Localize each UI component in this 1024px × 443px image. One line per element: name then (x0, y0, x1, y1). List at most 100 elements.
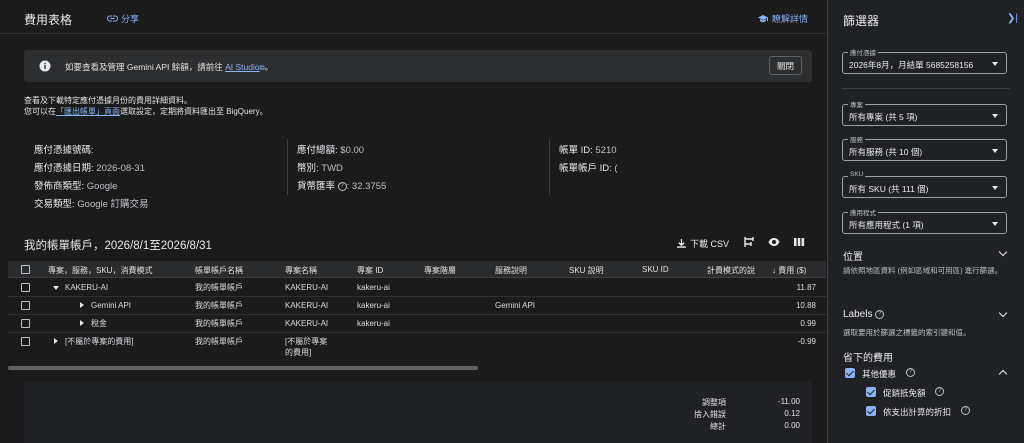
info-value: TWD (321, 163, 343, 174)
chevron-up-icon[interactable] (998, 369, 1008, 379)
info-label: 應付憑據號碼: (34, 145, 94, 156)
export-billing-link[interactable]: 「匯出帳單」頁面 (56, 107, 120, 116)
column-header[interactable]: 帳單帳戶名稱 (195, 265, 243, 276)
help-icon[interactable]: ? (906, 368, 915, 377)
school-icon (757, 14, 768, 22)
row-project-id: kakeru-ai (357, 283, 390, 292)
select-all-checkbox[interactable] (21, 265, 30, 274)
row-project: KAKERU-AI (285, 301, 329, 310)
page-header: 費用表格 分享 瞭解詳情 (0, 0, 826, 34)
select-label: 應付憑據 (848, 47, 878, 57)
row-checkbox[interactable] (21, 319, 30, 328)
column-header[interactable]: SKU ID (642, 265, 669, 274)
collapse-sidebar-icon[interactable]: ❯| (1007, 13, 1018, 24)
column-header[interactable]: 專案名稱 (285, 265, 317, 276)
chevron-down-icon[interactable] (998, 247, 1008, 257)
promo-credits-label: 促銷抵免額 (883, 388, 926, 398)
row-checkbox[interactable] (21, 337, 30, 346)
help-icon[interactable]: ? (935, 387, 944, 396)
labels-heading[interactable]: Labels ? (843, 309, 885, 320)
columns-icon[interactable] (793, 236, 805, 248)
chevron-down-icon[interactable] (998, 308, 1008, 318)
select-label: 服務 (848, 134, 865, 144)
help-icon[interactable]: ? (337, 181, 347, 191)
expand-toggle-icon[interactable] (54, 338, 58, 344)
promo-credits-checkbox[interactable] (866, 387, 876, 397)
row-cost: 11.87 (796, 283, 816, 292)
select-value: 2026年8月，月結單 5685258156 (849, 60, 974, 70)
info-label: 貨幣匯率 (297, 181, 336, 192)
row-project: [不屬於專案 (285, 337, 328, 346)
info-value: : 32.3755 (346, 181, 387, 192)
projects-select[interactable]: 專案 所有專案 (共 5 項) (842, 99, 1007, 126)
select-label: SKU (848, 171, 866, 178)
row-project-cont: 的費用] (285, 348, 312, 357)
horizontal-scrollbar[interactable] (8, 366, 478, 370)
row-account: 我的帳單帳戶 (195, 301, 243, 310)
info-label: 交易類型: (34, 199, 75, 210)
info-row: 帳單帳戶 ID: ( (559, 160, 618, 178)
column-header[interactable]: 專案階層 (424, 265, 456, 276)
table-title: 我的帳單帳戶，2026/8/1至2026/8/31 (24, 240, 212, 252)
labels-title: Labels (843, 309, 873, 320)
expand-toggle-icon[interactable] (80, 320, 84, 326)
visibility-icon[interactable] (768, 236, 780, 248)
info-row: 貨幣匯率 ?: 32.3755 (297, 178, 386, 196)
page-title: 費用表格 (24, 13, 73, 27)
invoice-info-col3: 帳單 ID: 5210 帳單帳戶 ID: ( (559, 142, 618, 178)
info-label: 幣別: (297, 163, 319, 174)
help-icon[interactable]: ? (875, 309, 885, 319)
select-value: 所有 SKU (共 111 個) (849, 184, 929, 194)
hierarchy-icon[interactable] (743, 236, 755, 248)
ai-studio-link[interactable]: AI Studio (225, 62, 260, 72)
filter-sidebar: 篩選器 ❯| 應付憑據 2026年8月，月結單 5685258156 專案 所有… (827, 0, 1024, 443)
description-line1: 查看及下載特定應付憑據月份的費用詳細資料。 (24, 96, 192, 105)
download-csv-label: 下載 CSV (690, 239, 730, 249)
row-project-id: kakeru-ai (357, 319, 390, 328)
row-name: 稅金 (91, 319, 107, 328)
expand-toggle-icon[interactable] (80, 302, 84, 308)
download-csv-button[interactable]: 下載 CSV (677, 237, 729, 250)
column-header[interactable]: SKU 說明 (569, 265, 604, 276)
sidebar-title: 篩選器 (843, 14, 880, 28)
help-icon[interactable]: ? (961, 406, 970, 415)
row-checkbox[interactable] (21, 301, 30, 310)
row-checkbox[interactable] (21, 283, 30, 292)
info-value: Google 訂購交易 (77, 199, 149, 210)
info-row: 交易類型: Google 訂購交易 (34, 196, 149, 214)
column-header[interactable]: 服務說明 (495, 265, 527, 276)
services-select[interactable]: 服務 所有服務 (共 10 個) (842, 134, 1007, 161)
share-button[interactable]: 分享 (107, 12, 139, 25)
banner-text-end: 。 (264, 62, 274, 72)
totals-value: 0.00 (784, 421, 800, 430)
location-description: 請依照地區資料 (例如區域和可用區) 進行篩選。 (843, 266, 1003, 275)
invoice-info-col1: 應付憑據號碼: 應付憑據日期: 2026-08-31 發佈商類型: Google… (34, 142, 149, 214)
sku-select[interactable]: SKU 所有 SKU (共 111 個) (842, 171, 1007, 198)
location-heading[interactable]: 位置 (843, 248, 863, 263)
info-row: 應付總額: $0.00 (297, 142, 386, 160)
dropdown-arrow-icon (992, 114, 998, 118)
column-header[interactable]: 專案，服務，SKU，消費模式 (48, 265, 152, 276)
totals-panel: 調整項 -11.00 捨入錯誤 0.12 總計 0.00 (24, 382, 812, 443)
column-header[interactable]: 專案 ID (357, 265, 383, 276)
spend-discount-checkbox[interactable] (866, 406, 876, 416)
row-account: 我的帳單帳戶 (195, 337, 243, 346)
info-label: 帳單 ID: (559, 145, 593, 156)
row-project: KAKERU-AI (285, 319, 329, 328)
cost-column-header[interactable]: ↓ 費用 ($) (772, 265, 806, 276)
row-cost: 10.88 (795, 301, 816, 310)
apps-select[interactable]: 應用程式 所有應用程式 (1 項) (842, 207, 1007, 234)
collapse-toggle-icon[interactable] (53, 286, 59, 290)
invoice-month-select[interactable]: 應付憑據 2026年8月，月結單 5685258156 (842, 47, 1007, 74)
column-header[interactable]: 計費模式的說 (707, 265, 756, 276)
info-row: 幣別: TWD (297, 160, 386, 178)
row-cost: 0.99 (800, 319, 816, 328)
row-name: [不屬於專案的費用] (65, 337, 134, 346)
info-row: 帳單 ID: 5210 (559, 142, 618, 160)
close-banner-button[interactable]: 關閉 (769, 56, 802, 75)
table-row: 稅金 我的帳單帳戶 KAKERU-AI kakeru-ai 0.99 (8, 315, 826, 333)
learn-more-button[interactable]: 瞭解詳情 (757, 12, 808, 25)
row-project-id: kakeru-ai (357, 301, 390, 310)
cost-header-label: 費用 ($) (778, 266, 807, 275)
other-discounts-checkbox[interactable] (845, 368, 855, 378)
